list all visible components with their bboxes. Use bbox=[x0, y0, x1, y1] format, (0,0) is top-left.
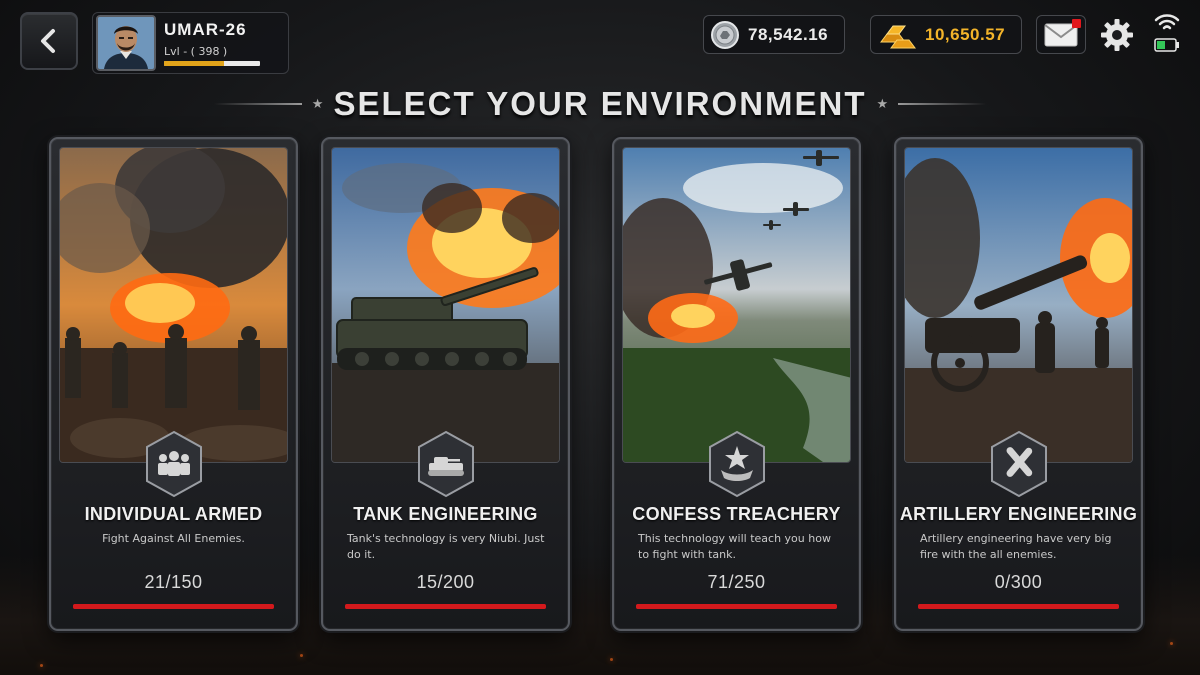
card-description: Fight Against All Enemies. bbox=[102, 532, 245, 545]
environment-card-tank-engineering[interactable]: TANK ENGINEERING Tank's technology is ve… bbox=[321, 137, 570, 631]
card-progress-count: 71/250 bbox=[707, 572, 766, 592]
gold-amount: 10,650.57 bbox=[925, 24, 1006, 44]
back-button[interactable] bbox=[20, 12, 78, 70]
card-image-infantry-battlefield bbox=[59, 147, 288, 463]
gear-icon bbox=[1101, 19, 1133, 51]
crossed-shells-icon bbox=[990, 430, 1047, 498]
player-profile[interactable]: UMAR-26 Lvl - ( 398 ) bbox=[92, 12, 289, 74]
tank-icon bbox=[417, 430, 474, 498]
card-progress-bar bbox=[918, 604, 1119, 609]
card-progress-bar bbox=[73, 604, 274, 609]
card-title: INDIVIDUAL ARMED bbox=[84, 504, 263, 524]
page-title-row: ★ SELECT YOUR ENVIRONMENT ★ bbox=[0, 84, 1200, 124]
gold-bars-icon bbox=[880, 25, 916, 48]
soldiers-group-icon bbox=[145, 430, 202, 498]
card-description: Artillery engineering have very big fire… bbox=[920, 532, 1112, 561]
xp-progress-bar bbox=[164, 61, 260, 66]
ember bbox=[610, 658, 613, 661]
card-progress-fill bbox=[636, 604, 837, 609]
settings-button[interactable] bbox=[1099, 17, 1135, 53]
card-progress-fill bbox=[345, 604, 546, 609]
card-image-aircraft-valley bbox=[622, 147, 851, 463]
card-progress-count: 21/150 bbox=[144, 572, 203, 592]
mail-notification-dot bbox=[1072, 19, 1081, 28]
avatar-portrait bbox=[98, 17, 154, 69]
card-progress-fill bbox=[918, 604, 1119, 609]
environment-card-confess-treachery[interactable]: CONFESS TREACHERY This technology will t… bbox=[612, 137, 861, 631]
ember bbox=[40, 664, 43, 667]
star-icon: ★ bbox=[311, 96, 324, 112]
back-arrow-icon bbox=[41, 29, 55, 53]
card-description: Tank's technology is very Niubi. Just do… bbox=[347, 532, 545, 561]
gold-currency[interactable]: 10,650.57 bbox=[870, 15, 1022, 54]
card-progress-count: 0/300 bbox=[994, 572, 1043, 592]
silver-amount: 78,542.16 bbox=[748, 24, 829, 44]
card-title: CONFESS TREACHERY bbox=[632, 504, 841, 524]
player-name: UMAR-26 bbox=[164, 20, 247, 39]
card-progress-bar bbox=[345, 604, 546, 609]
player-level: Lvl - ( 398 ) bbox=[164, 45, 228, 58]
card-description: This technology will teach you how to fi… bbox=[638, 532, 831, 561]
card-progress-fill bbox=[73, 604, 274, 609]
ember bbox=[1170, 642, 1173, 645]
mail-button[interactable] bbox=[1036, 15, 1086, 54]
silver-coin-icon bbox=[711, 20, 739, 49]
environment-card-individual-armed[interactable]: INDIVIDUAL ARMED Fight Against All Enemi… bbox=[49, 137, 298, 631]
card-title: TANK ENGINEERING bbox=[353, 504, 538, 524]
card-title: ARTILLERY ENGINEERING bbox=[899, 504, 1138, 524]
profile-info: UMAR-26 Lvl - ( 398 ) bbox=[164, 20, 285, 66]
environment-card-artillery-engineering[interactable]: ARTILLERY ENGINEERING Artillery engineer… bbox=[894, 137, 1143, 631]
card-image-artillery-cannon bbox=[904, 147, 1133, 463]
card-image-tank-explosion bbox=[331, 147, 560, 463]
ember bbox=[300, 654, 303, 657]
title-divider-left bbox=[213, 103, 302, 105]
avatar[interactable] bbox=[96, 15, 156, 71]
device-status bbox=[1150, 12, 1184, 58]
star-emblem-icon bbox=[708, 430, 765, 498]
title-divider-right bbox=[898, 103, 987, 105]
battery-icon bbox=[1154, 38, 1179, 52]
wifi-icon bbox=[1154, 14, 1180, 30]
card-progress-bar bbox=[636, 604, 837, 609]
page-title: SELECT YOUR ENVIRONMENT bbox=[333, 84, 867, 123]
xp-progress-fill bbox=[164, 61, 224, 66]
star-icon: ★ bbox=[876, 96, 889, 112]
silver-currency[interactable]: 78,542.16 bbox=[703, 15, 845, 54]
card-progress-count: 15/200 bbox=[416, 572, 475, 592]
